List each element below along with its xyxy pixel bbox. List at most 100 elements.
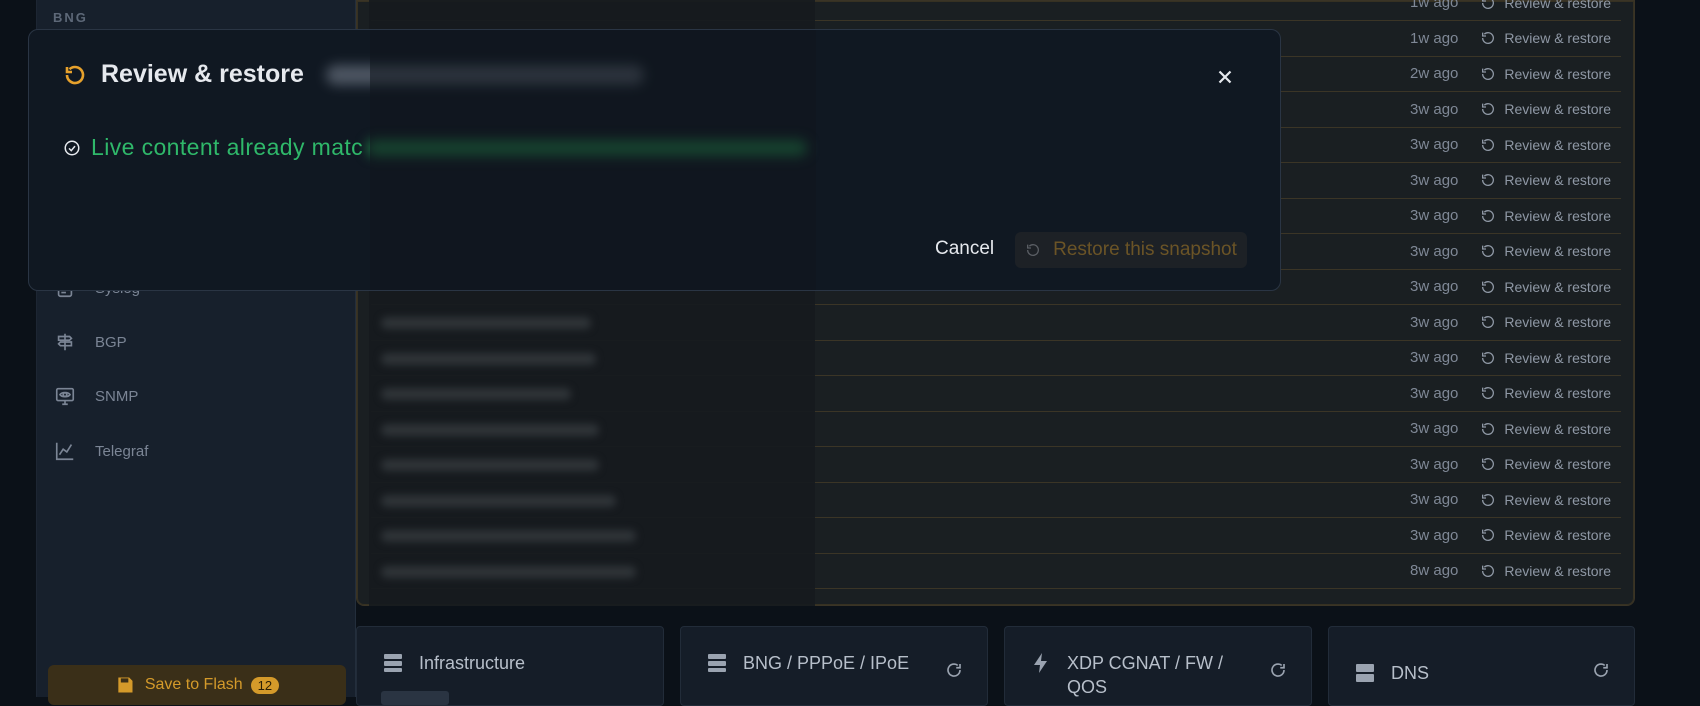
line-chart-icon: [53, 439, 77, 463]
sidebar-item-snmp[interactable]: SNMP: [53, 376, 343, 416]
restore-icon: [1482, 67, 1495, 80]
review-restore-link[interactable]: Review & restore: [1480, 172, 1611, 188]
review-restore-label: Review & restore: [1504, 101, 1611, 117]
review-restore-label: Review & restore: [1504, 172, 1611, 188]
refresh-icon[interactable]: [1269, 661, 1287, 679]
restore-icon: [1482, 564, 1495, 577]
card-title: DNS: [1391, 663, 1430, 683]
restore-icon: [1482, 209, 1495, 222]
restore-snapshot-button[interactable]: Restore this snapshot: [1015, 232, 1247, 268]
refresh-icon[interactable]: [945, 661, 963, 679]
restore-icon: [1027, 244, 1040, 256]
card-title: XDP CGNAT / FW / QOS: [1067, 653, 1224, 697]
status-message-text: Live content already matc: [91, 134, 364, 160]
review-restore-link[interactable]: Review & restore: [1480, 279, 1611, 295]
restore-icon: [1482, 458, 1495, 470]
sidebar-item-label: BGP: [95, 333, 127, 351]
save-to-flash-button[interactable]: Save to Flash 12: [48, 665, 346, 705]
monitor-eye-icon: [53, 384, 77, 408]
sidebar-item-label: SNMP: [95, 387, 139, 405]
review-restore-label: Review & restore: [1504, 314, 1611, 330]
refresh-icon[interactable]: [1592, 661, 1610, 679]
card-xdp[interactable]: XDP CGNAT / FW / QOS: [1004, 626, 1312, 706]
review-restore-link[interactable]: Review & restore: [1480, 492, 1611, 508]
review-restore-label: Review & restore: [1504, 136, 1611, 153]
card-title: BNG / PPPoE / IPoE: [743, 653, 910, 673]
review-restore-link[interactable]: Review & restore: [1480, 208, 1611, 224]
snapshot-filename-blurred: [381, 565, 636, 578]
snapshot-filename-blurred: [381, 388, 571, 400]
review-restore-label: Review & restore: [1504, 562, 1611, 579]
review-restore-label: Review & restore: [1504, 385, 1611, 401]
review-restore-label: Review & restore: [1504, 65, 1611, 82]
review-restore-link[interactable]: Review & restore: [1480, 350, 1611, 366]
floppy-icon: [118, 677, 133, 693]
snapshot-age: 3w ago: [1410, 526, 1459, 544]
card-title: Infrastructure: [419, 653, 526, 673]
card-infrastructure[interactable]: Infrastructure: [356, 626, 664, 706]
restore-icon: [1482, 493, 1495, 506]
restore-icon: [1482, 387, 1495, 399]
snapshot-age: 3w ago: [1410, 100, 1459, 118]
review-restore-label: Review & restore: [1504, 243, 1611, 259]
snapshot-age: 3w ago: [1410, 242, 1459, 260]
database-icon: [1356, 664, 1374, 682]
review-restore-link[interactable]: Review & restore: [1480, 243, 1611, 259]
snapshot-age: 2w ago: [1410, 65, 1459, 82]
restore-icon: [1482, 174, 1495, 186]
sidebar-item-telegraf[interactable]: Telegraf: [53, 431, 343, 471]
review-restore-link[interactable]: Review & restore: [1480, 101, 1611, 117]
review-restore-link[interactable]: Review & restore: [1480, 527, 1611, 543]
restore-icon: [1482, 351, 1495, 364]
snapshot-age: 3w ago: [1410, 207, 1459, 224]
review-restore-link[interactable]: Review & restore: [1480, 314, 1611, 330]
server-stack-icon: [384, 654, 402, 672]
pending-changes-badge: 12: [250, 676, 280, 694]
server-icon: [708, 654, 726, 672]
review-restore-link[interactable]: Review & restore: [1480, 563, 1611, 579]
review-restore-label: Review & restore: [1504, 0, 1611, 11]
review-restore-link[interactable]: Review & restore: [1480, 66, 1611, 82]
review-restore-label: Review & restore: [1504, 420, 1611, 437]
close-icon[interactable]: [1214, 66, 1236, 88]
save-to-flash-label: Save to Flash: [144, 676, 243, 693]
dialog-title: Review & restore: [101, 60, 304, 88]
review-restore-link[interactable]: Review & restore: [1480, 421, 1611, 437]
review-restore-label: Review & restore: [1504, 456, 1611, 472]
restore-icon: [65, 65, 85, 84]
card-bng[interactable]: BNG / PPPoE / IPoE: [680, 626, 988, 706]
snapshot-age: 3w ago: [1410, 455, 1459, 473]
snapshot-filename-blurred: [381, 352, 596, 365]
check-circle-icon: [64, 140, 80, 155]
restore-icon: [1482, 103, 1495, 115]
signpost-icon: [53, 330, 77, 354]
dialog-blur-region: [370, 30, 816, 290]
review-restore-label: Review & restore: [1504, 349, 1611, 366]
card-dns[interactable]: DNS: [1328, 626, 1635, 706]
review-restore-label: Review & restore: [1504, 527, 1611, 543]
snapshot-age: 3w ago: [1410, 278, 1459, 295]
review-restore-label: Review & restore: [1504, 278, 1611, 295]
snapshot-filename-blurred: [381, 459, 599, 471]
restore-icon: [1482, 529, 1495, 541]
restore-icon: [1482, 245, 1495, 257]
snapshot-age: 3w ago: [1410, 384, 1459, 402]
review-restore-link[interactable]: Review & restore: [1480, 456, 1611, 472]
review-restore-label: Review & restore: [1504, 491, 1611, 508]
review-restore-link[interactable]: Review & restore: [1480, 137, 1611, 153]
snapshot-age: 3w ago: [1410, 491, 1459, 508]
restore-icon: [1482, 316, 1495, 328]
status-chip: [381, 691, 449, 705]
sidebar-item-label: Telegraf: [95, 442, 149, 460]
review-restore-dialog: Review & restore Live content already ma…: [28, 29, 1281, 291]
snapshot-age: 3w ago: [1410, 171, 1459, 189]
sidebar-item-bgp[interactable]: BGP: [53, 322, 343, 362]
sidebar-section-title: BNG: [53, 10, 88, 25]
restore-icon: [1482, 138, 1495, 151]
review-restore-link[interactable]: Review & restore: [1480, 385, 1611, 401]
review-restore-link[interactable]: Review & restore: [1480, 0, 1611, 11]
review-restore-label: Review & restore: [1504, 30, 1611, 46]
review-restore-link[interactable]: Review & restore: [1480, 30, 1611, 46]
cancel-button[interactable]: Cancel: [929, 237, 1000, 261]
snapshot-age: 3w ago: [1410, 420, 1459, 437]
